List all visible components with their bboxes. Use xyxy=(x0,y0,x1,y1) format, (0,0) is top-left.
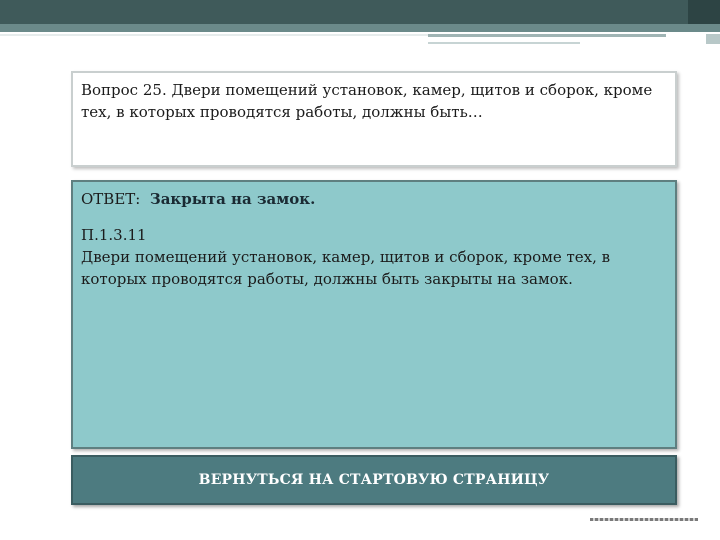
accent-stripe xyxy=(0,24,720,32)
return-to-start-button[interactable]: ВЕРНУТЬСЯ НА СТАРТОВУЮ СТРАНИЦУ xyxy=(71,455,677,505)
answer-value: Закрыта на замок. xyxy=(149,190,316,208)
answer-label: ОТВЕТ: xyxy=(81,190,141,208)
header-band xyxy=(0,0,720,24)
header-band-corner xyxy=(688,0,720,24)
answer-box: ОТВЕТ: Закрыта на замок. П.1.3.11 Двери … xyxy=(71,180,677,449)
decorative-line xyxy=(428,34,666,37)
answer-explanation: Двери помещений установок, камер, щитов … xyxy=(81,248,611,288)
footer-mark xyxy=(590,518,698,521)
decorative-line xyxy=(428,42,580,44)
answer-reference: П.1.3.11 xyxy=(81,226,147,244)
decorative-line xyxy=(706,34,720,44)
decorative-line xyxy=(0,34,428,36)
question-text: Вопрос 25. Двери помещений установок, ка… xyxy=(81,81,653,121)
answer-header: ОТВЕТ: Закрыта на замок. xyxy=(81,188,667,210)
return-button-label: ВЕРНУТЬСЯ НА СТАРТОВУЮ СТРАНИЦУ xyxy=(198,472,550,488)
question-box: Вопрос 25. Двери помещений установок, ка… xyxy=(71,71,677,167)
